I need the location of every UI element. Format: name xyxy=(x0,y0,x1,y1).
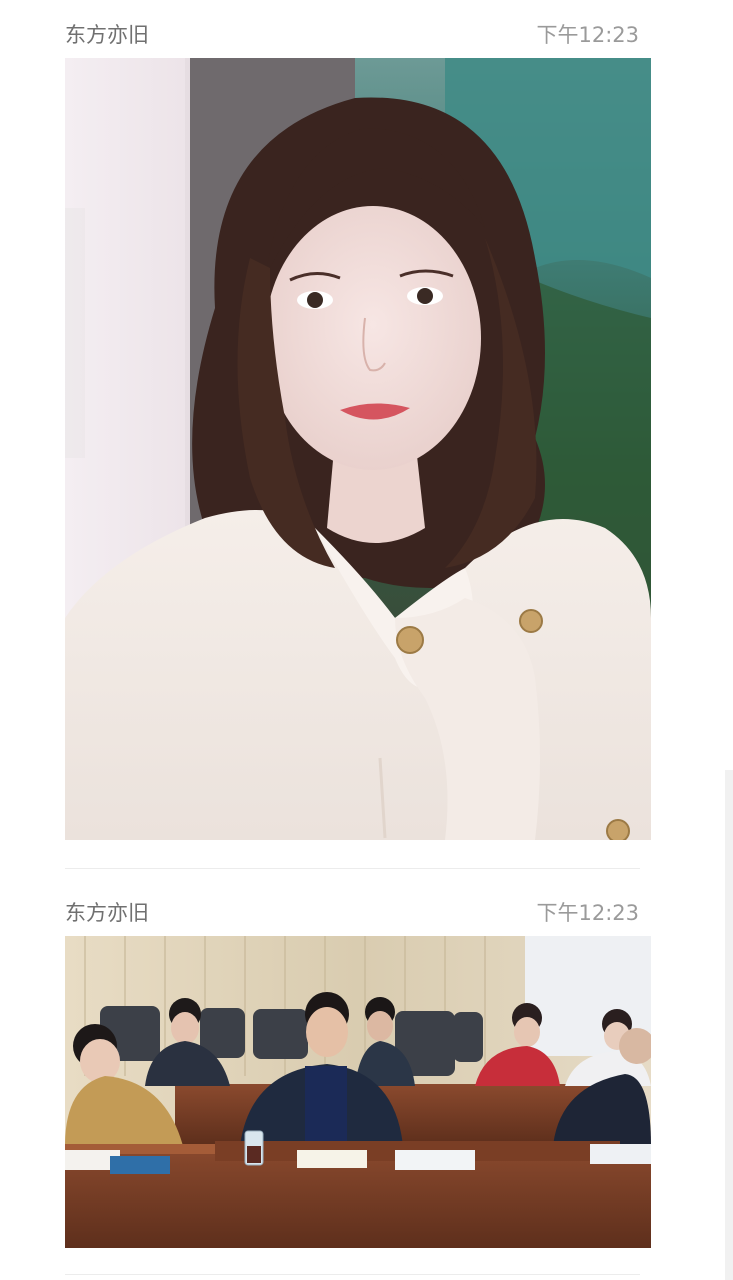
post-header: 东方亦旧 下午12:23 xyxy=(65,896,639,928)
feed-post-2: 东方亦旧 下午12:23 xyxy=(0,870,733,1280)
post-divider xyxy=(65,868,640,869)
meeting-room-photo-image xyxy=(65,936,651,1248)
post-time: 下午12:23 xyxy=(536,901,639,925)
post-header: 东方亦旧 下午12:23 xyxy=(65,18,639,50)
scrollbar-track[interactable] xyxy=(725,770,733,1280)
post-author[interactable]: 东方亦旧 xyxy=(65,19,149,49)
post-divider xyxy=(65,1274,640,1275)
portrait-photo-image xyxy=(65,58,651,840)
post-photo-meeting[interactable] xyxy=(65,936,651,1248)
post-photo-portrait[interactable] xyxy=(65,58,651,840)
feed-post-1: 东方亦旧 下午12:23 xyxy=(0,0,733,870)
post-time: 下午12:23 xyxy=(536,23,639,47)
post-author[interactable]: 东方亦旧 xyxy=(65,897,149,927)
